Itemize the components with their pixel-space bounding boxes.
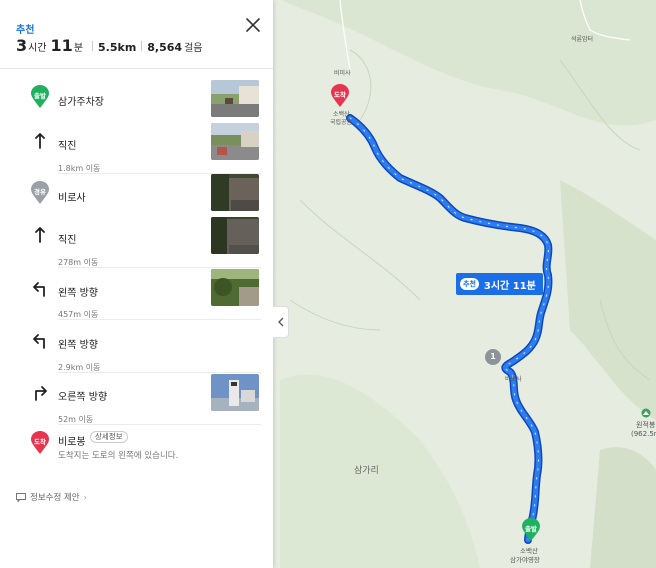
arrive-pin-icon: 도착 — [30, 431, 50, 454]
step-label: 오른쪽 방향 — [58, 392, 108, 403]
turn-left-icon — [30, 278, 50, 300]
summary-hours: 3 — [16, 36, 28, 55]
map-label-mountain: 원적봉 — [636, 421, 656, 429]
map-start-pin[interactable]: 출발 — [521, 518, 541, 542]
close-button[interactable] — [242, 14, 264, 36]
chevron-right-icon: › — [83, 492, 87, 502]
route-step[interactable]: 직진 278m 이동 — [0, 217, 273, 268]
summary-minutes: 11 — [50, 36, 73, 55]
route-step[interactable]: 직진 1.8km 이동 — [0, 123, 273, 174]
arrow-up-icon — [30, 130, 50, 152]
map-label-start-sub-2: 삼가야영장 — [510, 556, 540, 564]
close-icon — [246, 18, 260, 32]
step-photo-thumbnail[interactable] — [211, 80, 259, 117]
waypoint-pin-icon: 경유 — [30, 181, 50, 204]
panel-collapse-button[interactable] — [273, 306, 289, 338]
summary-steps: 8,564 — [147, 41, 183, 54]
summary-separator — [92, 41, 94, 51]
step-label: 삼가주차장 — [58, 97, 104, 108]
step-photo-thumbnail[interactable] — [211, 269, 259, 306]
summary-distance: 5.5km — [98, 41, 137, 54]
route-step-start[interactable]: 출발 삼가주차장 — [0, 80, 273, 120]
comment-icon — [16, 492, 26, 502]
suggest-edit-link[interactable]: 정보수정 제안 › — [16, 491, 87, 503]
arrive-note: 도착지는 도로의 왼쪽에 있습니다. — [58, 451, 179, 461]
map-start-pin-text: 출발 — [525, 525, 537, 533]
start-pin-text: 출발 — [34, 92, 46, 100]
route-step[interactable]: 왼쪽 방향 2.9km 이동 — [0, 322, 273, 373]
map-label-mountain-height: (962.5m) — [631, 430, 656, 438]
summary-minutes-unit: 분 — [73, 43, 84, 54]
step-label: 비로봉 — [58, 437, 86, 448]
step-photo-thumbnail[interactable] — [211, 174, 259, 211]
map-arrive-pin[interactable]: 도착 — [330, 84, 350, 108]
start-pin-icon: 출발 — [30, 85, 50, 108]
route-step-waypoint[interactable]: 경유 비로사 — [0, 174, 273, 214]
route-step[interactable]: 왼쪽 방향 457m 이동 — [0, 269, 273, 320]
detail-info-button[interactable]: 상세정보 — [90, 431, 128, 443]
route-summary: 3 시간 11 분 5.5km 8,564 걸음 — [16, 36, 202, 56]
step-divider — [58, 267, 261, 268]
turn-left-icon — [30, 330, 50, 352]
step-photo-thumbnail[interactable] — [211, 123, 259, 160]
step-label: 직진 — [58, 141, 77, 152]
arrive-pin-text: 도착 — [34, 438, 46, 446]
route-badge-tag: 추천 — [460, 278, 479, 290]
step-label: 직진 — [58, 235, 77, 246]
step-label: 비로사 — [58, 193, 86, 204]
map-label-top-small: 비미사 — [334, 70, 351, 77]
waypoint-pin-text: 경유 — [34, 188, 46, 196]
map-label-arrive-sub-2: 국립공원 — [330, 119, 353, 126]
chevron-left-icon — [277, 317, 283, 327]
step-divider — [58, 319, 261, 320]
step-divider — [58, 424, 261, 425]
route-step[interactable]: 오른쪽 방향 52m 이동 — [0, 374, 273, 425]
step-divider — [58, 372, 261, 373]
route-time-badge[interactable]: 추천 3시간 11분 — [456, 273, 543, 295]
step-photo-thumbnail[interactable] — [211, 374, 259, 411]
map-waypoint-marker[interactable]: 1 — [485, 349, 501, 365]
directions-panel: 추천 3 시간 11 분 5.5km 8,564 걸음 출발 삼가주차장 직진 … — [0, 0, 273, 568]
summary-separator — [141, 41, 143, 51]
turn-right-icon — [30, 382, 50, 404]
arrow-up-icon — [30, 224, 50, 246]
route-badge-time: 3시간 11분 — [483, 280, 536, 292]
suggest-edit-label: 정보수정 제안 — [30, 493, 80, 503]
map-arrive-pin-text: 도착 — [334, 91, 346, 99]
step-label: 왼쪽 방향 — [58, 288, 98, 299]
map-label-waypoint: 비로사 — [505, 376, 522, 383]
step-label: 왼쪽 방향 — [58, 340, 98, 351]
route-summary-header: 추천 3 시간 11 분 5.5km 8,564 걸음 — [0, 0, 273, 69]
recommend-label: 추천 — [16, 25, 35, 36]
summary-steps-unit: 걸음 — [184, 43, 203, 54]
step-photo-thumbnail[interactable] — [211, 217, 259, 254]
map-label-place: 삼가리 — [354, 466, 379, 476]
map-label-top-right: 석륜암터 — [571, 36, 594, 43]
summary-hours-unit: 시간 — [28, 43, 47, 54]
